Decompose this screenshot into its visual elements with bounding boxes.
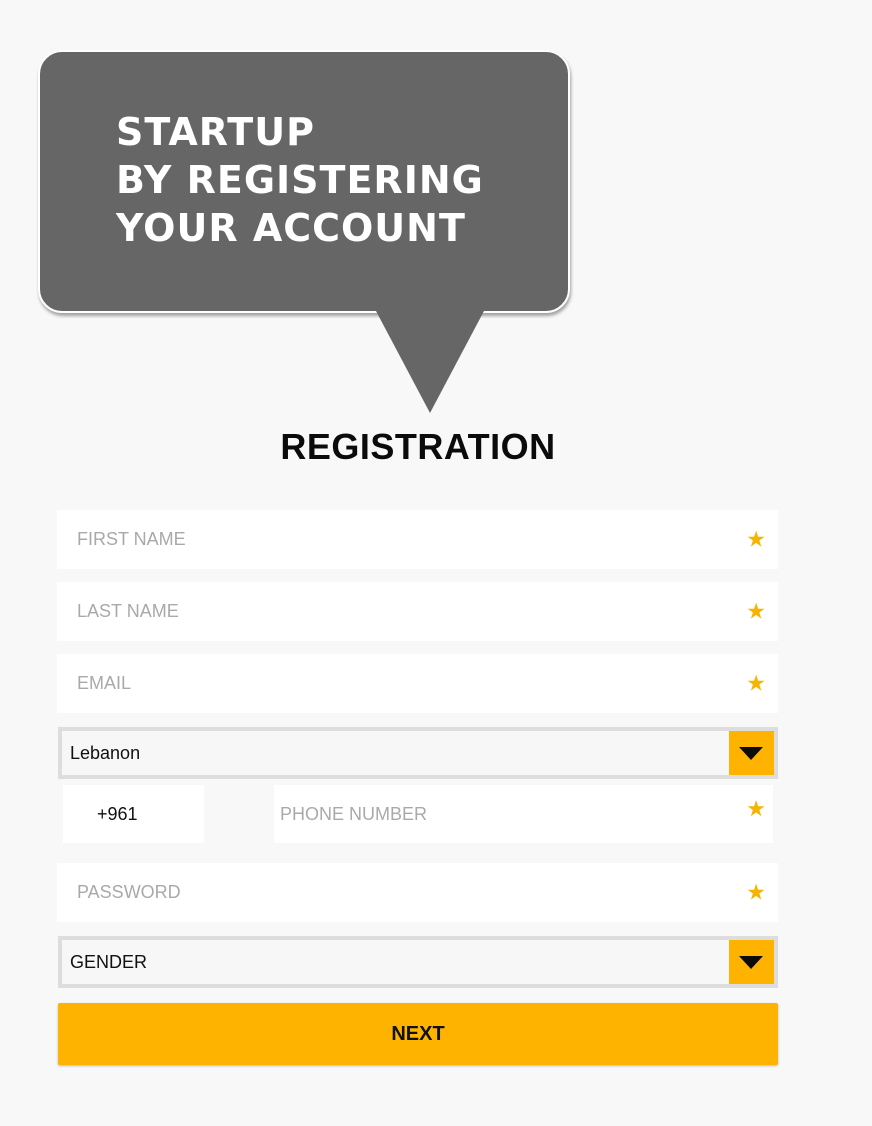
phone-code-field[interactable]: +961 xyxy=(63,785,204,843)
chevron-down-icon xyxy=(739,747,763,760)
last-name-input[interactable] xyxy=(77,582,717,641)
gender-select[interactable]: GENDER xyxy=(58,936,778,988)
phone-number-input[interactable] xyxy=(280,785,720,843)
required-star-icon: ★ xyxy=(746,598,766,624)
banner-line-2: BY REGISTERING xyxy=(116,158,484,202)
first-name-field-container: ★ xyxy=(57,510,778,569)
gender-dropdown-button[interactable] xyxy=(729,940,774,984)
banner-bubble-tail xyxy=(376,311,484,413)
chevron-down-icon xyxy=(739,956,763,969)
country-select-value: Lebanon xyxy=(70,743,141,763)
phone-number-field-container: ★ xyxy=(274,785,773,843)
country-dropdown-button[interactable] xyxy=(729,731,774,775)
required-star-icon: ★ xyxy=(746,526,766,552)
next-button[interactable]: NEXT xyxy=(58,1003,778,1065)
country-select[interactable]: Lebanon xyxy=(58,727,778,779)
required-star-icon: ★ xyxy=(746,879,766,905)
banner-line-3: YOUR ACCOUNT xyxy=(116,206,466,250)
banner-line-1: STARTUP xyxy=(116,110,315,154)
email-field-container: ★ xyxy=(57,654,778,713)
gender-select-value: GENDER xyxy=(70,952,148,972)
first-name-input[interactable] xyxy=(77,510,717,569)
phone-code-value: +961 xyxy=(97,804,138,824)
last-name-field-container: ★ xyxy=(57,582,778,641)
page-title: REGISTRATION xyxy=(280,426,556,467)
password-field-container: ★ xyxy=(57,863,778,922)
password-input[interactable] xyxy=(77,863,717,922)
required-star-icon: ★ xyxy=(746,670,766,696)
email-input[interactable] xyxy=(77,654,717,713)
required-star-icon: ★ xyxy=(746,796,766,822)
banner-text: STARTUP BY REGISTERING YOUR ACCOUNT xyxy=(116,108,484,252)
